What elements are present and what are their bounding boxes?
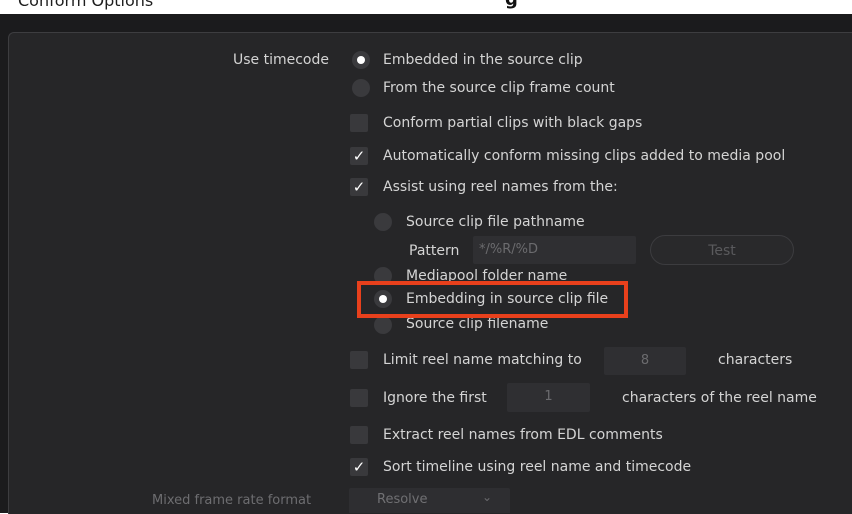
conform-partial-label[interactable]: Conform partial clips with black gaps [383, 114, 642, 132]
mixed-frame-rate-select[interactable]: Resolve ⌄ [349, 488, 510, 513]
radio-source-frame-count[interactable] [352, 79, 370, 97]
assist-reel-checkbox[interactable]: ✓ [350, 178, 368, 196]
limit-reel-checkbox[interactable] [350, 351, 368, 369]
radio-source-clip-pathname[interactable] [374, 213, 392, 231]
ignore-first-suffix: characters of the reel name [622, 390, 817, 406]
radio-source-clip-pathname-label[interactable]: Source clip file pathname [406, 213, 585, 231]
sort-timeline-label[interactable]: Sort timeline using reel name and timeco… [383, 458, 691, 476]
use-timecode-label: Use timecode [233, 52, 329, 68]
auto-conform-checkbox[interactable]: ✓ [350, 147, 368, 165]
conform-partial-checkbox[interactable] [350, 114, 368, 132]
radio-embedded-source-clip-label[interactable]: Embedded in the source clip [383, 51, 583, 69]
header-text-fragment: g [505, 0, 518, 10]
pattern-input[interactable]: */%R/%D [473, 236, 636, 264]
extract-edl-label[interactable]: Extract reel names from EDL comments [383, 426, 663, 444]
ignore-first-checkbox[interactable] [350, 389, 368, 407]
limit-reel-suffix: characters [718, 352, 793, 368]
test-button[interactable]: Test [650, 235, 794, 265]
chevron-down-icon: ⌄ [482, 490, 493, 504]
radio-source-clip-filename[interactable] [374, 316, 392, 334]
mixed-frame-rate-value: Resolve [377, 492, 428, 507]
top-strip: Conform Options g [0, 0, 852, 14]
pattern-label: Pattern [409, 243, 460, 259]
assist-reel-label[interactable]: Assist using reel names from the: [383, 178, 618, 196]
mixed-frame-rate-label: Mixed frame rate format [152, 493, 312, 508]
auto-conform-label[interactable]: Automatically conform missing clips adde… [383, 147, 785, 165]
radio-source-frame-count-label[interactable]: From the source clip frame count [383, 79, 615, 97]
ignore-first-chars-input[interactable]: 1 [507, 383, 590, 412]
section-title: Conform Options [18, 0, 154, 10]
radio-embedded-source-clip[interactable] [352, 51, 370, 69]
limit-reel-label[interactable]: Limit reel name matching to [383, 351, 582, 369]
ignore-first-label[interactable]: Ignore the first [383, 389, 487, 407]
limit-reel-chars-input[interactable]: 8 [604, 347, 686, 375]
extract-edl-checkbox[interactable] [350, 426, 368, 444]
sort-timeline-checkbox[interactable]: ✓ [350, 458, 368, 476]
highlight-annotation [357, 281, 628, 318]
